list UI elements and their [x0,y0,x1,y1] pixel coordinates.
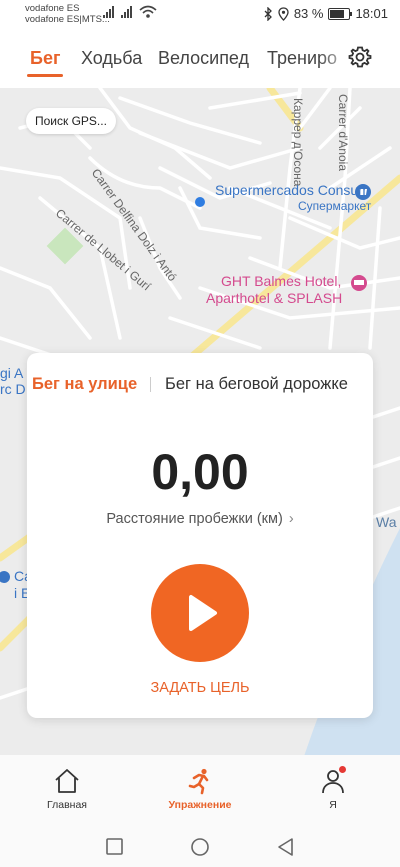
gear-icon[interactable] [348,45,372,69]
notification-badge [339,766,346,773]
active-tab-indicator [27,74,63,77]
system-navigation-bar [0,828,400,867]
mode-divider [150,377,151,392]
clock: 18:01 [355,6,388,21]
map-edge-label: Wa [376,514,397,530]
nav-exercise[interactable]: Упражнение [160,767,240,811]
nav-home-label: Главная [47,799,87,811]
running-figure-icon [188,768,209,795]
gps-status-pill: Поиск GPS... [26,108,116,134]
back-triangle-icon[interactable] [276,837,296,857]
street-label: Каррер д'Осона [291,98,305,187]
activity-tabs: Бег Ходьба Велосипед Трениро [0,28,400,88]
carrier-secondary: vodafone ES|MTS... [25,14,110,25]
home-circle-icon[interactable] [189,837,211,859]
poi-hotel-name-line2[interactable]: Aparthotel & SPLASH [206,290,342,307]
poi-hotel-name-line1[interactable]: GHT Balmes Hotel, [221,273,341,290]
chevron-right-icon: › [288,511,294,527]
play-icon [189,595,217,631]
distance-label: Расстояние пробежки (км) [106,511,283,527]
street-label: Carrer d'Anoia [336,94,350,171]
recent-apps-icon[interactable] [105,837,125,857]
poi-supermarket-category: Супермаркет [298,199,372,213]
set-goal-button[interactable]: ЗАДАТЬ ЦЕЛЬ [27,680,373,696]
bottom-navigation: Главная Упражнение Я [0,755,400,828]
mode-outdoor-run[interactable]: Бег на улице [32,375,137,394]
map-edge-label: gi A [0,365,24,381]
nav-exercise-label: Упражнение [168,799,232,811]
battery-percent: 83 % [293,6,324,21]
signal-wifi-icons [103,5,157,18]
status-right: 83 % 18:01 [263,6,388,21]
workout-card: Бег на улице Бег на беговой дорожке 0,00… [27,353,373,718]
map-edge-label: rc D [0,381,26,397]
distance-value: 0,00 [151,444,249,500]
status-bar: vodafone ES vodafone ES|MTS... 83 % 18:0… [0,0,400,28]
nav-profile-label: Я [329,799,337,811]
carrier-primary: vodafone ES [25,3,80,14]
tab-walking[interactable]: Ходьба [81,48,142,69]
bluetooth-icon [264,6,272,21]
start-workout-button[interactable] [151,564,249,662]
tab-running[interactable]: Бег [30,48,60,69]
nav-home[interactable]: Главная [27,767,107,811]
home-icon [55,769,79,793]
distance-label-row[interactable]: Расстояние пробежки (км) › [27,511,373,527]
poi-supermarket-name[interactable]: Supermercados Consum [215,182,370,198]
location-icon [278,6,289,21]
mode-treadmill-run[interactable]: Бег на беговой дорожке [165,375,348,394]
battery-icon [328,7,353,20]
nav-profile[interactable]: Я [293,766,373,811]
tab-cycling[interactable]: Велосипед [158,48,249,69]
